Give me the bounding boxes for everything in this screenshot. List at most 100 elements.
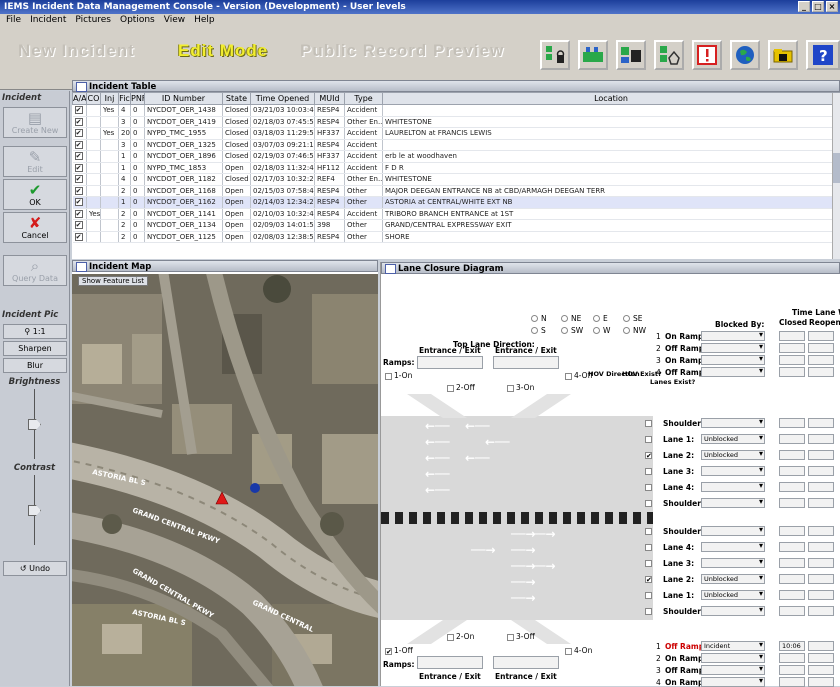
ramp-input-1[interactable] bbox=[417, 356, 483, 369]
upper-lane-check-5[interactable] bbox=[645, 500, 652, 507]
lower-lane-check-1[interactable] bbox=[645, 544, 652, 551]
sharpen-button[interactable]: Sharpen bbox=[3, 341, 67, 356]
bottom-row-closed-3[interactable] bbox=[779, 665, 805, 675]
table-row[interactable]: ✔ 1 0 NYPD_TMC_1853 Open 02/18/03 11:32:43 HF1… bbox=[72, 162, 840, 174]
cell-aa[interactable]: ✔ bbox=[72, 185, 87, 197]
row-checkbox[interactable]: ✔ bbox=[74, 106, 83, 115]
show-feature-list-button[interactable]: Show Feature List bbox=[78, 276, 149, 286]
ramp-check-2-off[interactable] bbox=[447, 385, 454, 392]
direction-radio-s[interactable] bbox=[531, 327, 538, 334]
upper-lane-blocked-0[interactable] bbox=[701, 418, 765, 428]
table-row[interactable]: ✔ Yes 4 0 NYCDOT_OER_1438 Closed 03/21/03 10:0… bbox=[72, 104, 840, 117]
direction-radio-sw[interactable] bbox=[561, 327, 568, 334]
upper-lane-reopened-5[interactable] bbox=[808, 498, 834, 508]
cell-aa[interactable]: ✔ bbox=[72, 196, 87, 209]
lower-lane-reopened-3[interactable] bbox=[808, 574, 834, 584]
direction-radio-nw[interactable] bbox=[623, 327, 630, 334]
lower-lane-reopened-4[interactable] bbox=[808, 590, 834, 600]
bottom-row-blocked-1[interactable]: Incident bbox=[701, 641, 765, 651]
responders-button[interactable] bbox=[578, 40, 608, 70]
cell-aa[interactable]: ✔ bbox=[72, 162, 87, 174]
create-new-button[interactable]: ▤ Create New bbox=[3, 107, 67, 138]
row-checkbox[interactable]: ✔ bbox=[74, 140, 83, 149]
contrast-slider[interactable] bbox=[0, 475, 69, 547]
ramp-check-3-on[interactable] bbox=[507, 385, 514, 392]
top-row-reopened-2[interactable] bbox=[808, 343, 834, 353]
upper-lane-closed-0[interactable] bbox=[779, 418, 805, 428]
row-checkbox[interactable]: ✔ bbox=[74, 209, 83, 218]
col-state[interactable]: State bbox=[222, 92, 251, 105]
help-button[interactable]: ? bbox=[806, 40, 840, 70]
row-checkbox[interactable]: ✔ bbox=[74, 175, 83, 184]
table-scroll-thumb[interactable] bbox=[833, 153, 840, 183]
menu-incident[interactable]: Incident bbox=[30, 15, 66, 26]
ok-button[interactable]: ✔ OK bbox=[3, 179, 67, 210]
cell-aa[interactable]: ✔ bbox=[72, 219, 87, 232]
top-row-blocked-4[interactable] bbox=[701, 367, 765, 377]
bottom-row-reopened-1[interactable] bbox=[808, 641, 834, 651]
table-row[interactable]: ✔ 3 0 NYCDOT_OER_1325 Closed 03/07/03 09:21:1… bbox=[72, 139, 840, 151]
cell-aa[interactable]: ✔ bbox=[72, 104, 87, 117]
bottom-row-reopened-2[interactable] bbox=[808, 653, 834, 663]
table-row[interactable]: ✔ Yes 2 0 NYCDOT_OER_1141 Open 02/10/03 10:32:… bbox=[72, 208, 840, 220]
ramp-check-2-on[interactable] bbox=[447, 634, 454, 641]
lower-lane-check-5[interactable] bbox=[645, 608, 652, 615]
brightness-slider[interactable] bbox=[0, 389, 69, 461]
ramp-check-3-off[interactable] bbox=[507, 634, 514, 641]
table-row[interactable]: ✔ 3 0 NYCDOT_OER_1419 Closed 02/18/03 07:45:5… bbox=[72, 116, 840, 128]
upper-lane-check-0[interactable] bbox=[645, 420, 652, 427]
row-checkbox[interactable]: ✔ bbox=[74, 186, 83, 195]
menu-file[interactable]: File bbox=[6, 15, 21, 26]
row-checkbox[interactable]: ✔ bbox=[74, 163, 83, 172]
lower-lane-check-3[interactable]: ✔ bbox=[645, 576, 652, 584]
lower-lane-blocked-5[interactable] bbox=[701, 606, 765, 616]
direction-radio-ne[interactable] bbox=[561, 315, 568, 322]
upper-lane-reopened-2[interactable] bbox=[808, 450, 834, 460]
cancel-button[interactable]: ✘ Cancel bbox=[3, 212, 67, 243]
lower-lane-closed-3[interactable] bbox=[779, 574, 805, 584]
cell-aa[interactable]: ✔ bbox=[72, 173, 87, 186]
cell-aa[interactable]: ✔ bbox=[72, 139, 87, 151]
top-row-closed-2[interactable] bbox=[779, 343, 805, 353]
col-fic[interactable]: Fic bbox=[118, 92, 131, 105]
table-scrollbar[interactable] bbox=[832, 93, 840, 259]
zoom-1-1-button[interactable]: ⚲ 1:1 bbox=[3, 324, 67, 339]
upper-lane-closed-1[interactable] bbox=[779, 434, 805, 444]
bottom-row-blocked-3[interactable] bbox=[701, 665, 765, 675]
table-row[interactable]: ✔ 1 0 NYCDOT_OER_1896 Closed 02/19/03 07:46:5… bbox=[72, 150, 840, 163]
table-row[interactable]: ✔ 2 0 NYCDOT_OER_1134 Open 02/09/03 14:01:52 3… bbox=[72, 219, 840, 232]
menu-pictures[interactable]: Pictures bbox=[75, 15, 111, 26]
lower-lane-check-2[interactable] bbox=[645, 560, 652, 567]
open-folder-button[interactable] bbox=[768, 40, 798, 70]
top-row-blocked-1[interactable] bbox=[701, 331, 765, 341]
ramp-input-3[interactable] bbox=[417, 656, 483, 669]
top-row-closed-4[interactable] bbox=[779, 367, 805, 377]
upper-lane-closed-2[interactable] bbox=[779, 450, 805, 460]
lower-lane-closed-4[interactable] bbox=[779, 590, 805, 600]
maximize-icon[interactable]: □ bbox=[812, 1, 824, 12]
upper-lane-reopened-1[interactable] bbox=[808, 434, 834, 444]
upper-lane-blocked-3[interactable] bbox=[701, 466, 765, 476]
table-row[interactable]: ✔ 4 0 NYCDOT_OER_1182 Closed 02/17/03 10:32:2… bbox=[72, 173, 840, 186]
direction-radio-e[interactable] bbox=[593, 315, 600, 322]
ramp-input-4[interactable] bbox=[493, 656, 559, 669]
close-icon[interactable]: × bbox=[826, 1, 838, 12]
alert-button[interactable] bbox=[692, 40, 722, 70]
lower-lane-blocked-4[interactable]: Unblocked bbox=[701, 590, 765, 600]
row-checkbox[interactable]: ✔ bbox=[74, 232, 83, 241]
col-muid[interactable]: MUId bbox=[314, 92, 345, 105]
lower-lane-reopened-0[interactable] bbox=[808, 526, 834, 536]
direction-radio-n[interactable] bbox=[531, 315, 538, 322]
col-location[interactable]: Location bbox=[382, 92, 840, 105]
upper-lane-check-4[interactable] bbox=[645, 484, 652, 491]
brightness-thumb[interactable] bbox=[28, 419, 41, 430]
col-id-number[interactable]: ID Number bbox=[144, 92, 223, 105]
ramp-check-4-on[interactable] bbox=[565, 648, 572, 655]
upper-lane-closed-4[interactable] bbox=[779, 482, 805, 492]
lower-lane-closed-0[interactable] bbox=[779, 526, 805, 536]
row-checkbox[interactable]: ✔ bbox=[74, 198, 83, 207]
lower-lane-reopened-2[interactable] bbox=[808, 558, 834, 568]
row-checkbox[interactable]: ✔ bbox=[74, 152, 83, 161]
menu-help[interactable]: Help bbox=[194, 15, 215, 26]
col-aa[interactable]: A/A bbox=[72, 92, 87, 105]
